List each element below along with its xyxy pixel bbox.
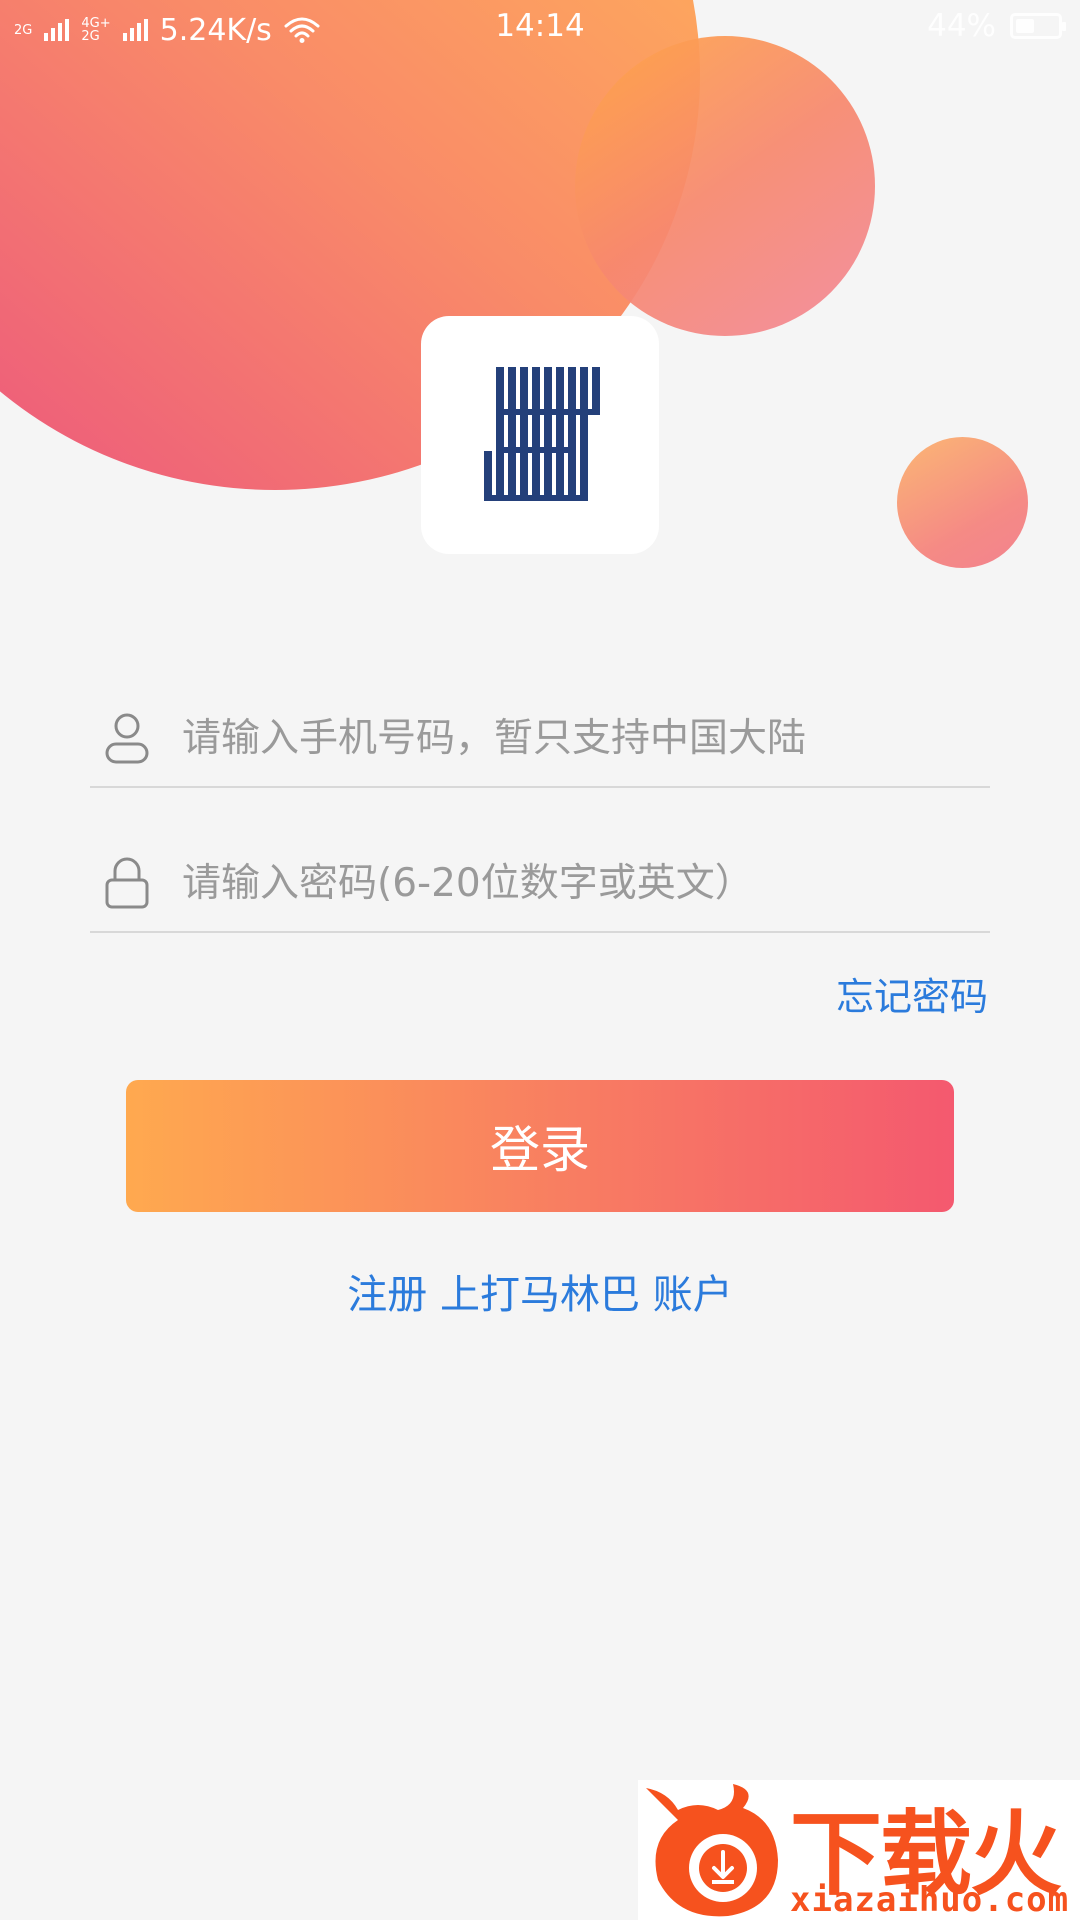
battery-percent: 44%	[927, 8, 996, 44]
phone-field-row	[90, 690, 990, 788]
decorative-bubble-medium	[575, 36, 875, 336]
decorative-bubble-small	[897, 437, 1028, 568]
watermark-flame-icon	[646, 1784, 778, 1917]
login-button[interactable]: 登录	[126, 1080, 954, 1212]
watermark: 下载火 xiazaihuo.com	[638, 1780, 1080, 1920]
battery-level	[1016, 19, 1034, 33]
phone-input[interactable]	[180, 702, 990, 774]
app-logo-mark	[484, 367, 600, 501]
lock-icon	[96, 852, 158, 914]
password-field-row	[90, 835, 990, 933]
status-bar: 2G 4G+ 2G 5.24K/s 14:14 44%	[0, 0, 1080, 56]
status-time: 14:14	[495, 8, 585, 44]
app-logo	[421, 316, 659, 554]
status-right: 44%	[927, 8, 1066, 44]
register-link[interactable]: 注册 上打马林巴 账户	[0, 1262, 1080, 1320]
user-icon	[96, 707, 158, 769]
login-screen: 2G 4G+ 2G 5.24K/s 14:14 44% 请输入手机号码，暂只支持…	[0, 0, 1080, 1920]
password-input[interactable]	[180, 847, 990, 919]
forgot-password-link[interactable]: 忘记密码	[836, 966, 988, 1021]
watermark-domain: xiazaihuo.com	[790, 1880, 1070, 1920]
battery-icon	[1010, 13, 1066, 39]
